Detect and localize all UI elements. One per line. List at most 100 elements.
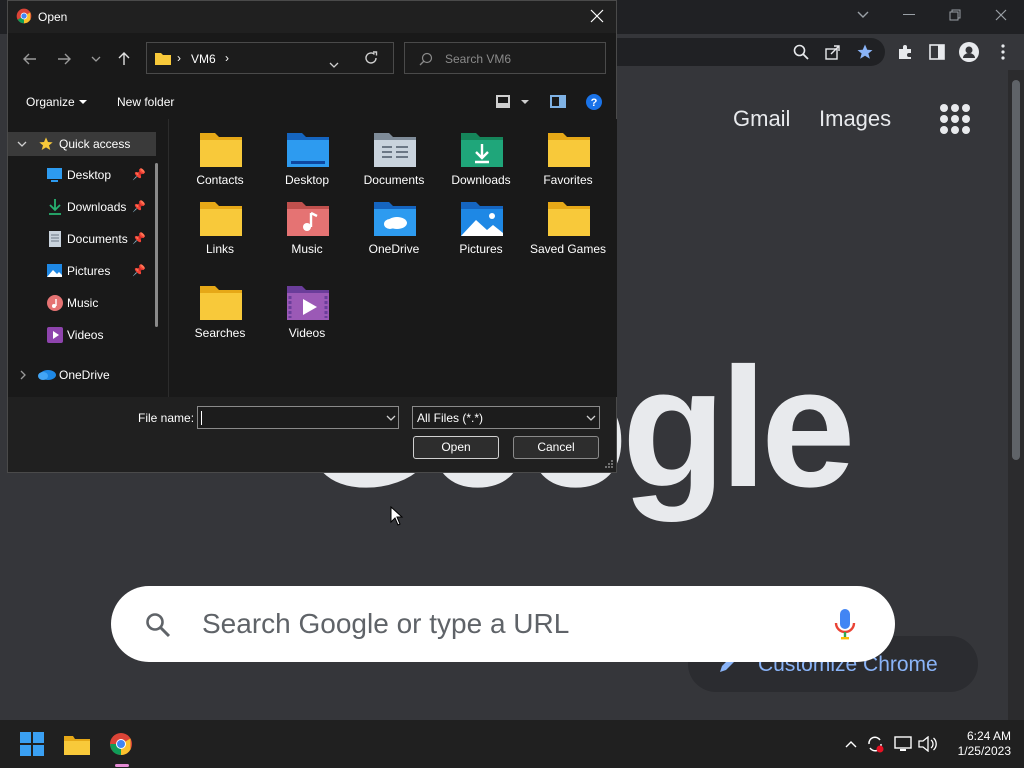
chrome-icon [110,733,132,755]
windows-logo-icon [20,732,44,756]
extensions-icon[interactable] [893,40,917,64]
breadcrumb-vm6[interactable]: VM6 [191,52,216,66]
clock-time: 6:24 AM [966,729,1011,743]
folder-item-downloads[interactable]: Downloads [442,121,520,201]
sync-status-icon[interactable] [864,726,886,762]
refresh-icon[interactable] [364,51,378,70]
chrome-icon [16,8,32,24]
folder-item-desktop[interactable]: Desktop [268,121,346,201]
sidebar-item-downloads[interactable]: Downloads 📌 [8,195,156,219]
pin-icon: 📌 [132,201,146,213]
folder-name: Favorites [543,173,593,187]
file-name-input[interactable] [197,406,399,429]
volume-icon[interactable] [916,726,940,762]
dialog-search-input[interactable]: Search VM6 [404,42,606,74]
address-history-chevron-icon[interactable] [329,55,339,73]
folder-item-pictures[interactable]: Pictures [442,190,520,270]
close-window-icon[interactable] [978,0,1024,30]
navigation-pane-scrollbar[interactable] [155,163,158,327]
folder-icon [155,53,171,65]
onedrive-folder-icon [374,202,416,236]
sidebar-item-label: Desktop [67,168,112,182]
dialog-close-icon[interactable] [590,9,606,25]
back-icon[interactable] [18,47,42,71]
start-button[interactable] [14,726,50,762]
resize-grip-icon[interactable] [604,459,614,469]
pin-icon: 📌 [132,169,146,181]
open-button[interactable]: Open [413,436,499,459]
view-options-chevron-icon[interactable] [521,100,529,105]
restore-icon[interactable] [932,0,978,30]
folder-item-favorites[interactable]: Favorites [529,121,607,201]
folder-item-videos[interactable]: Videos [268,274,346,354]
folder-item-searches[interactable]: Searches [181,274,259,354]
file-explorer-icon [64,736,90,755]
scrollbar-thumb[interactable] [1012,80,1020,460]
organize-chevron-icon[interactable] [79,100,87,105]
file-explorer-taskbar-button[interactable] [59,726,95,762]
sidebar-item-videos[interactable]: Videos [8,323,156,347]
sidebar-item-quick-access[interactable]: Quick access [8,132,156,156]
minimize-icon[interactable] [886,0,932,30]
recent-locations-chevron-icon[interactable] [84,47,108,71]
file-name-label: File name: [138,411,195,425]
file-name-history-chevron-icon[interactable] [386,415,396,421]
sidebar-item-desktop[interactable]: Desktop 📌 [8,163,156,187]
breadcrumb-separator-icon[interactable]: › [225,51,229,65]
up-icon[interactable] [112,47,136,71]
network-icon[interactable] [892,726,914,762]
dialog-search-placeholder: Search VM6 [445,52,512,66]
star-icon [39,137,53,150]
folder-item-saved-games[interactable]: Saved Games [529,190,607,270]
folder-item-links[interactable]: Links [181,190,259,270]
share-icon[interactable] [821,40,845,64]
taskbar-clock[interactable]: 6:24 AM 1/25/2023 [945,729,1011,759]
sidebar-item-label: Videos [67,328,104,342]
address-bar[interactable]: › VM6 › [146,42,394,74]
images-link[interactable]: Images [819,106,891,132]
folder-name: Documents [363,173,425,187]
menu-kebab-icon[interactable] [991,40,1015,64]
search-icon [419,52,433,66]
folder-item-contacts[interactable]: Contacts [181,121,259,201]
folder-name: Videos [288,326,326,340]
clock-date: 1/25/2023 [957,744,1011,758]
zoom-icon[interactable] [789,40,813,64]
cancel-button[interactable]: Cancel [513,436,599,459]
organize-button[interactable]: Organize [26,95,75,109]
show-hidden-icons-icon[interactable] [840,726,862,762]
sidebar-item-onedrive[interactable]: OneDrive [8,363,156,387]
help-icon[interactable]: ? [586,94,602,115]
sidebar-item-documents[interactable]: Documents 📌 [8,227,156,251]
new-folder-button[interactable]: New folder [117,95,174,109]
preview-pane-icon[interactable] [550,95,566,113]
profile-icon[interactable] [957,40,981,64]
google-apps-icon[interactable] [940,104,970,134]
pictures-folder-icon [461,202,503,236]
folder-name: OneDrive [368,242,420,256]
change-view-icon[interactable] [496,95,510,113]
side-panel-icon[interactable] [925,40,949,64]
forward-icon[interactable] [52,47,76,71]
dialog-titlebar[interactable]: Open [8,1,616,33]
folder-name: Downloads [451,173,511,187]
tab-search-chevron-icon[interactable] [840,0,886,30]
file-type-chevron-icon [586,415,596,421]
sidebar-item-label: Music [67,296,99,310]
page-scrollbar[interactable] [1008,70,1024,720]
sidebar-item-music[interactable]: Music [8,291,156,315]
microphone-icon[interactable] [833,608,857,642]
expand-chevron-icon[interactable] [20,370,26,380]
sidebar-item-pictures[interactable]: Pictures 📌 [8,259,156,283]
gmail-link[interactable]: Gmail [733,106,790,132]
file-type-value: All Files (*.*) [417,411,484,425]
file-type-select[interactable]: All Files (*.*) [412,406,600,429]
expand-chevron-icon[interactable] [17,141,27,147]
chrome-taskbar-button[interactable] [103,726,139,767]
dialog-footer: File name: All Files (*.*) Open Cancel [8,397,616,472]
folder-item-music[interactable]: Music [268,190,346,270]
bookmark-star-icon[interactable] [853,40,877,64]
google-search-box[interactable]: Search Google or type a URL [111,586,895,662]
folder-item-documents[interactable]: Documents [355,121,433,201]
folder-item-onedrive[interactable]: OneDrive [355,190,433,270]
